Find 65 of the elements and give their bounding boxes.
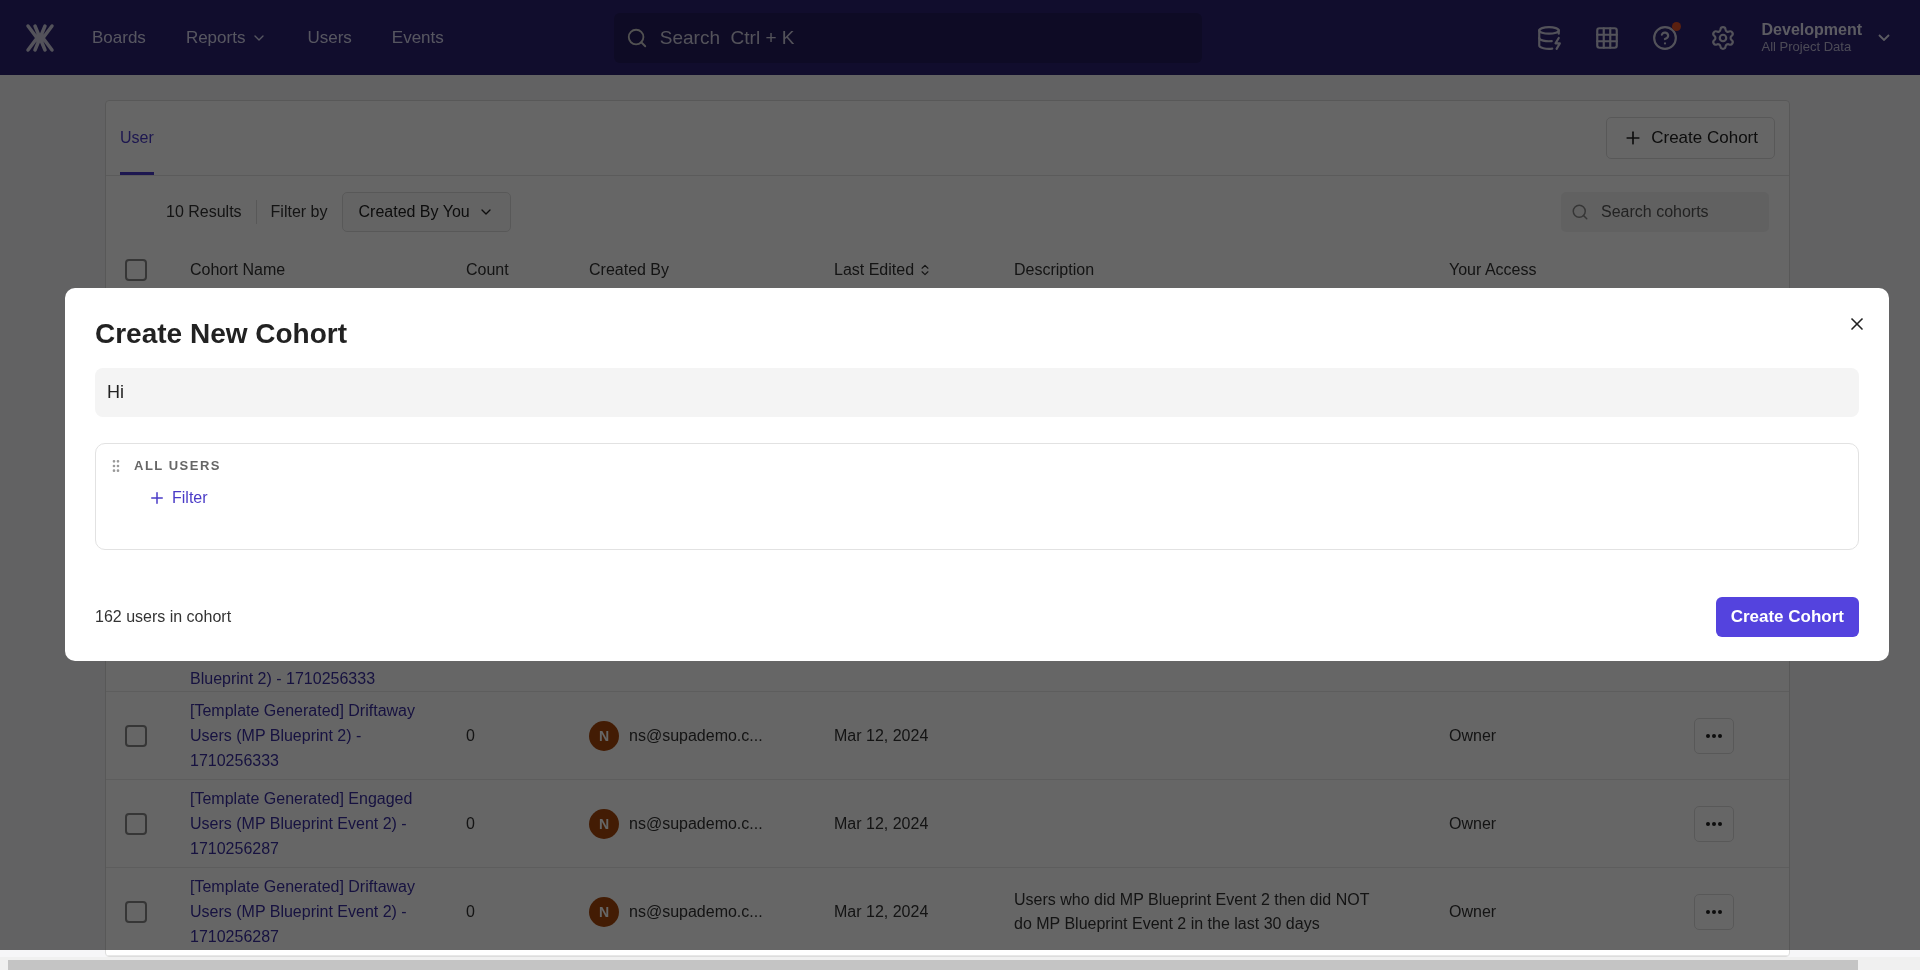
cohort-name-link[interactable]: Blueprint 2) - 1710256333 (106, 666, 1789, 692)
settings-icon[interactable] (1709, 24, 1736, 51)
cohort-name-link[interactable]: [Template Generated] Driftaway Users (MP Blueprint Event 2) - 1710256287 (190, 874, 466, 949)
ellipsis-icon (1706, 733, 1722, 738)
database-icon[interactable] (1535, 24, 1562, 51)
avatar: N (589, 720, 619, 751)
table-cell-text: Owner (1449, 813, 1498, 834)
help-icon[interactable] (1651, 24, 1678, 51)
table-cell-text: ns@supademo.c... (629, 813, 763, 834)
table-cell-text: 0 (466, 813, 476, 834)
cohort-name-link[interactable]: [Template Generated] Engaged Users (MP Blueprint Event 2) - 1710256287 (190, 786, 466, 861)
column-header: Cohort Name (190, 261, 287, 279)
add-filter-button[interactable]: Filter (134, 485, 222, 511)
avatar: N (589, 808, 619, 839)
column-header: Created By (589, 261, 671, 279)
user-count: 162 users in cohort (95, 608, 232, 626)
table-cell-text: 0 (466, 725, 476, 746)
filter-dropdown[interactable]: Created By You (341, 192, 511, 232)
filter-label: Filter by (270, 203, 328, 221)
create-cohort-button[interactable]: Create Cohort (1715, 597, 1859, 637)
column-header[interactable]: Last Edited (834, 261, 1014, 279)
nav-link[interactable]: Boards (92, 27, 146, 48)
results-count: 10 Results (166, 203, 242, 221)
table-cell-text: Users who did MP Blueprint Event 2 then did NOT do MP Blueprint Event 2 in the last 30 days (1014, 889, 1371, 934)
search-input[interactable]: Search cohorts (1599, 202, 1749, 222)
table-cell-text: Owner (1449, 901, 1498, 922)
tab[interactable]: User (120, 101, 154, 175)
column-header: Count (466, 261, 510, 279)
table-cell-text: Mar 12, 2024 (834, 725, 930, 746)
search-icon (625, 26, 648, 49)
table-cell-text: 0 (466, 901, 476, 922)
search-input[interactable]: Search Ctrl + K (657, 25, 1190, 50)
checkbox[interactable] (125, 812, 147, 835)
column-header: Description (1014, 261, 1096, 279)
table-cell-text: Owner (1449, 725, 1498, 746)
checkbox[interactable] (125, 724, 147, 747)
dialog-title: Create New Cohort (95, 318, 349, 350)
more-button[interactable] (1694, 717, 1734, 754)
search-field[interactable]: Search Ctrl + K (613, 12, 1202, 63)
avatar: N (589, 896, 619, 927)
table-cell-text: ns@supademo.c... (629, 901, 763, 922)
table-cell-text: ns@supademo.c... (629, 725, 763, 746)
more-button[interactable] (1694, 893, 1734, 930)
search-field[interactable]: Search cohorts (1561, 192, 1769, 232)
table-cell-text: Mar 12, 2024 (834, 901, 930, 922)
project-selector[interactable]: Development All Project Data (1755, 20, 1896, 55)
logo-icon[interactable] (24, 21, 56, 54)
nav-link[interactable]: Events (391, 27, 444, 48)
ellipsis-icon (1706, 909, 1722, 914)
ellipsis-icon (1706, 821, 1722, 826)
more-button[interactable] (1694, 805, 1734, 842)
group-label: ALL USERS (134, 458, 222, 473)
nav-link[interactable]: Users (307, 27, 352, 48)
nav-link[interactable]: Reports (185, 27, 268, 48)
name-field[interactable]: Hi (95, 368, 1859, 417)
plus-icon (148, 489, 166, 507)
search-icon (1571, 203, 1589, 221)
checkbox[interactable] (125, 900, 147, 923)
cohort-name-link[interactable]: [Template Generated] Driftaway Users (MP Blueprint 2) - 1710256333 (190, 698, 466, 773)
chevron-down-icon (1878, 34, 1890, 41)
create-cohort-button[interactable]: Create Cohort (1606, 117, 1775, 159)
apps-grid-icon[interactable] (1593, 24, 1620, 51)
table-cell-text: Mar 12, 2024 (834, 813, 930, 834)
checkbox[interactable] (125, 259, 147, 281)
column-header: Your Access (1449, 261, 1538, 279)
